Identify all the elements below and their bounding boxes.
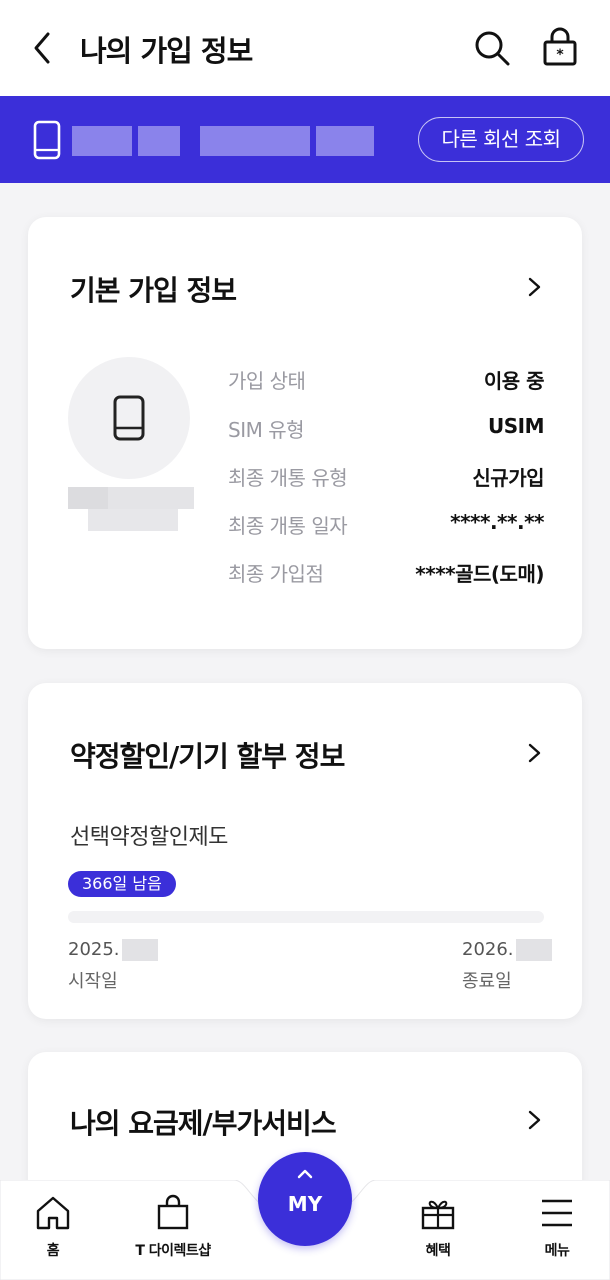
chevron-right-icon[interactable] [524,275,544,299]
shopping-bag-icon [157,1194,189,1230]
contract-plan-name: 선택약정할인제도 [70,825,228,850]
gift-icon [421,1200,455,1230]
info-key: 최종 개통 유형 [228,466,348,490]
nav-tdirect-label: T 다이렉트샵 [135,1243,211,1259]
start-date: 2025. [68,939,158,961]
masked-device-name [68,487,194,531]
nav-home-label: 홈 [46,1243,60,1259]
info-value: 이용 중 [483,369,545,393]
contract-info-title: 약정할인/기기 할부 정보 [70,740,345,773]
nav-my-button[interactable]: MY [258,1152,352,1246]
nav-my-label: MY [287,1192,323,1216]
chevron-right-icon[interactable] [524,1108,544,1132]
info-key: 최종 개통 일자 [228,514,348,538]
nav-menu-label: 메뉴 [544,1243,570,1259]
info-key: SIM 유형 [228,418,305,442]
back-arrow-icon[interactable] [26,28,62,68]
info-row-status: 가입 상태 이용 중 [228,365,545,395]
info-row-store: 최종 가입점 ****골드(도매) [228,558,544,588]
page-title: 나의 가입 정보 [80,34,253,68]
info-value: 신규가입 [472,466,544,490]
contract-installment-card[interactable]: 약정할인/기기 할부 정보 선택약정할인제도 366일 남음 2025. 202… [28,683,582,1019]
info-row-sim: SIM 유형 USIM [228,414,545,444]
nav-tdirect[interactable]: T 다이렉트샵 [118,1194,228,1260]
device-icon [113,395,145,441]
nav-home[interactable]: 홈 [0,1194,108,1260]
end-date-label: 종료일 [462,971,512,992]
days-left-badge: 366일 남음 [68,871,176,897]
start-date-label: 시작일 [68,971,118,992]
masked-date [121,939,158,961]
start-date-text: 2025. [68,939,120,960]
info-row-activation-date: 최종 개통 일자 ****.**.** [228,510,544,540]
chevron-up-icon [297,1169,313,1179]
svg-text:*: * [556,47,564,63]
nav-benefits[interactable]: 혜택 [383,1194,493,1260]
info-value: ****.**.** [450,510,544,534]
chevron-right-icon[interactable] [524,741,544,765]
basic-subscription-card[interactable]: 기본 가입 정보 가입 상태 이용 중 SIM 유형 USIM 최종 개통 유형… [28,217,582,649]
device-avatar [68,357,190,479]
nav-benefits-label: 혜택 [425,1243,451,1259]
info-value: ****골드(도매) [415,562,544,586]
search-icon[interactable] [472,28,512,68]
info-value: USIM [488,414,545,438]
basic-info-title: 기본 가입 정보 [70,274,237,307]
hamburger-menu-icon [542,1199,572,1227]
other-line-lookup-button[interactable]: 다른 회선 조회 [418,117,584,162]
app-bar: 나의 가입 정보 * [0,0,610,96]
info-key: 가입 상태 [228,369,306,393]
contract-progress-bar [68,911,544,923]
end-date-text: 2026. [462,939,514,960]
nav-menu[interactable]: 메뉴 [502,1194,610,1260]
info-key: 최종 가입점 [228,562,324,586]
masked-phone-number [72,126,374,156]
current-line-band: 다른 회선 조회 [0,96,610,183]
end-date: 2026. [462,939,552,961]
lock-icon[interactable]: * [540,26,580,68]
masked-date [515,939,552,961]
plan-info-title: 나의 요금제/부가서비스 [70,1107,337,1140]
smartphone-icon [32,120,62,160]
info-row-activation-type: 최종 개통 유형 신규가입 [228,462,544,492]
bottom-navigation: 홈 T 다이렉트샵 MY 혜택 메뉴 [0,1152,610,1280]
home-icon [36,1196,70,1230]
